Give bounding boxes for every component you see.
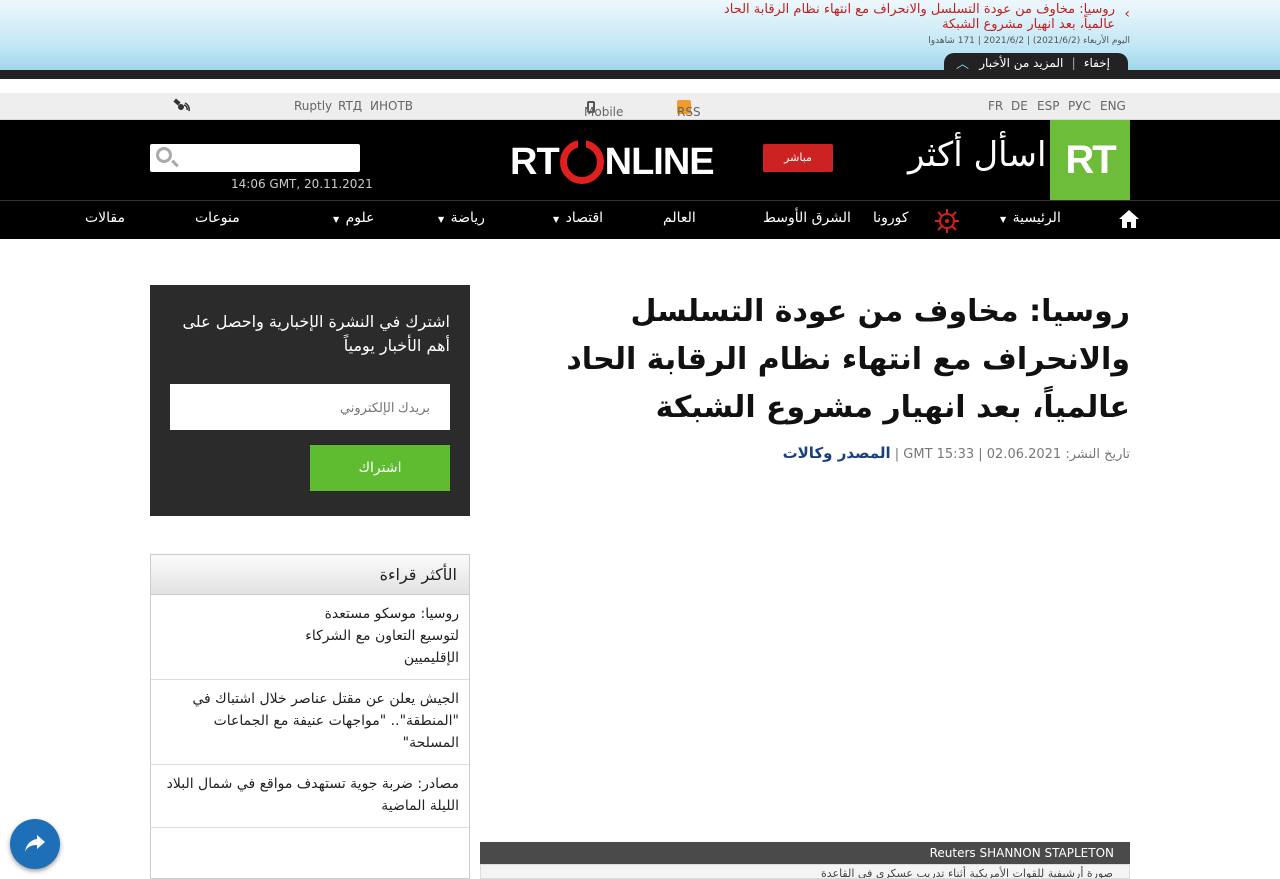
- link-rtd[interactable]: RTД: [338, 99, 362, 113]
- site-header: 14:06 GMT, 20.11.2021 RT NLINE مباشر اسأ…: [0, 120, 1280, 200]
- list-item[interactable]: الجيش يعلن عن مقتل عناصر خلال اشتباك في …: [151, 680, 469, 765]
- rss-link[interactable]: RSS: [677, 99, 701, 119]
- nav-label: علوم: [345, 210, 375, 226]
- list-item-text: روسيا: موسكو مستعدة لتوسيع التعاون مع ال…: [305, 606, 459, 666]
- rt-online-logo[interactable]: RT NLINE: [510, 138, 715, 186]
- power-ring-icon: [559, 140, 604, 184]
- list-item[interactable]: روسيا: موسكو مستعدة لتوسيع التعاون مع ال…: [151, 595, 469, 680]
- main-nav: الرئيسية ▼ كورونا الشرق الأوسط العالم اق…: [0, 200, 1280, 239]
- subscribe-button[interactable]: اشتراك: [310, 445, 450, 491]
- logo-rt-text: RT: [510, 140, 560, 183]
- lang-esp[interactable]: ESP: [1037, 99, 1059, 113]
- spacer: [0, 79, 1280, 93]
- photo-caption: صورة أرشيفية للقوات الأمريكية أثناء تدري…: [480, 864, 1130, 879]
- lang-eng[interactable]: ENG: [1100, 99, 1126, 113]
- link-inotv[interactable]: ИНОТВ: [370, 99, 413, 113]
- link-ruptly[interactable]: Ruptly: [294, 99, 332, 113]
- lang-de[interactable]: DE: [1011, 99, 1028, 113]
- caret-down-icon: ▼: [553, 215, 560, 224]
- nav-label: اقتصاد: [565, 210, 604, 226]
- virus-icon: [935, 209, 959, 233]
- newsletter-title: اشترك في النشرة الإخبارية واحصل على أهم …: [182, 312, 450, 355]
- search-icon[interactable]: [156, 147, 172, 163]
- nav-item-middle-east[interactable]: الشرق الأوسط: [763, 210, 851, 226]
- home-icon[interactable]: [1118, 209, 1140, 229]
- article-title: روسيا: مخاوف من عودة التسلسل والانحراف م…: [566, 294, 1130, 425]
- published-label: تاريخ النشر:: [1065, 447, 1130, 462]
- newsletter-box: اشترك في النشرة الإخبارية واحصل على أهم …: [150, 285, 470, 516]
- nav-item-corona[interactable]: كورونا: [873, 210, 909, 226]
- nav-label: الرئيسية: [1012, 210, 1061, 226]
- article-byline: تاريخ النشر: 02.06.2021 | GMT 15:33 | ال…: [782, 444, 1130, 462]
- nav-item-articles[interactable]: مقالات: [85, 210, 125, 226]
- chevron-up-icon[interactable]: ︿: [956, 53, 969, 72]
- news-tab: ︿ المزيد من الأخبار | إخفاء: [944, 53, 1128, 72]
- nav-item-economy[interactable]: اقتصاد ▼: [553, 210, 603, 226]
- article-time: GMT 15:33: [903, 447, 975, 462]
- breaking-news-banner: ‹ روسيا: مخاوف من عودة التسلسل والانحراف…: [0, 0, 1280, 79]
- nav-item-main[interactable]: الرئيسية ▼: [1000, 210, 1061, 226]
- lang-rus[interactable]: РУС: [1068, 99, 1091, 113]
- links-bar: Ruptly RTД ИНОТВ Mobile apps RSS FR DE E…: [0, 93, 1280, 133]
- banner-headline[interactable]: روسيا: مخاوف من عودة التسلسل والانحراف م…: [695, 2, 1115, 32]
- rt-logo[interactable]: RT: [1050, 120, 1130, 200]
- live-button[interactable]: مباشر: [763, 144, 833, 172]
- most-read-panel: الأكثر قراءة روسيا: موسكو مستعدة لتوسيع …: [150, 554, 470, 879]
- search-input[interactable]: [150, 144, 360, 172]
- hide-link[interactable]: إخفاء: [1084, 56, 1110, 70]
- mobile-apps-link[interactable]: Mobile apps: [584, 99, 623, 133]
- rss-label: RSS: [677, 105, 701, 119]
- share-arrow-icon: [25, 835, 45, 852]
- nav-label: رياضة: [450, 210, 485, 226]
- nav-item-science[interactable]: علوم ▼: [333, 210, 375, 226]
- photo-credit: Reuters SHANNON STAPLETON: [480, 842, 1130, 864]
- caret-down-icon: ▼: [1000, 215, 1007, 224]
- logo-online-text: NLINE: [604, 140, 715, 183]
- lang-fr[interactable]: FR: [988, 99, 1003, 113]
- most-read-heading: الأكثر قراءة: [151, 555, 469, 595]
- article-date: 02.06.2021: [986, 447, 1062, 462]
- email-field[interactable]: [170, 384, 450, 430]
- caret-down-icon: ▼: [438, 215, 445, 224]
- article-source[interactable]: المصدر وكالات: [783, 444, 891, 462]
- share-button[interactable]: [10, 819, 60, 869]
- list-item[interactable]: مصادر: ضربة جوية تستهدف مواقع في شمال ال…: [151, 765, 469, 828]
- current-datetime: 14:06 GMT, 20.11.2021: [231, 177, 373, 191]
- nav-item-sport[interactable]: رياضة ▼: [438, 210, 485, 226]
- satellite-icon[interactable]: [171, 97, 191, 115]
- slogan: اسأل أكثر: [908, 135, 1047, 175]
- separator: |: [1071, 55, 1076, 70]
- article-media[interactable]: [480, 475, 1130, 842]
- nav-item-variety[interactable]: منوعات: [195, 210, 240, 226]
- nav-item-world[interactable]: العالم: [663, 210, 696, 226]
- more-news-link[interactable]: المزيد من الأخبار: [979, 56, 1063, 70]
- caret-down-icon: ▼: [333, 215, 340, 224]
- banner-meta: اليوم الأربعاء (2021/6/2) | 2021/6/2 | 1…: [928, 36, 1130, 46]
- chevron-left-icon[interactable]: ‹: [1124, 6, 1130, 22]
